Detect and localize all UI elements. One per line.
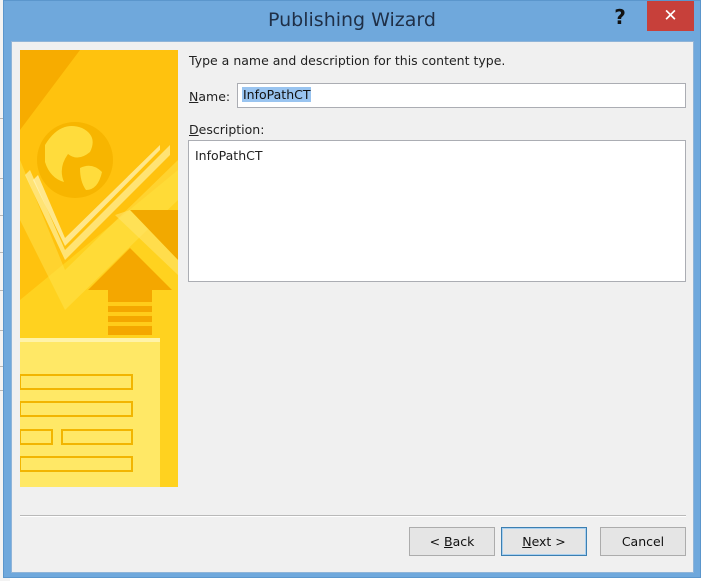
back-button-prefix: < bbox=[429, 534, 445, 549]
next-button[interactable]: Next > bbox=[501, 527, 587, 556]
footer-divider bbox=[20, 515, 686, 517]
name-label-mnemonic: N bbox=[189, 89, 199, 104]
dialog-body: Type a name and description for this con… bbox=[11, 41, 694, 573]
cancel-button[interactable]: Cancel bbox=[600, 527, 686, 556]
description-label-mnemonic: D bbox=[189, 122, 199, 137]
banner-illustration bbox=[20, 50, 178, 487]
back-button-mnemonic: B bbox=[444, 534, 453, 549]
dialog-title: Publishing Wizard bbox=[268, 9, 436, 31]
name-label-text: ame: bbox=[198, 89, 231, 104]
next-button-mnemonic: N bbox=[522, 534, 532, 549]
description-label-text: escription: bbox=[198, 122, 265, 137]
close-icon[interactable]: ✕ bbox=[647, 1, 694, 31]
name-input-value: InfoPathCT bbox=[242, 87, 312, 102]
description-textarea[interactable]: InfoPathCT bbox=[188, 140, 686, 282]
back-button-text: ack bbox=[452, 534, 475, 549]
name-label: Name: bbox=[189, 89, 230, 104]
title-bar[interactable]: Publishing Wizard ? ✕ bbox=[4, 1, 700, 41]
back-button[interactable]: < Back bbox=[409, 527, 495, 556]
description-value: InfoPathCT bbox=[195, 148, 263, 163]
name-input[interactable]: InfoPathCT bbox=[237, 83, 686, 108]
instruction-text: Type a name and description for this con… bbox=[189, 53, 506, 68]
next-button-text: ext > bbox=[531, 534, 566, 549]
publishing-wizard-dialog: Publishing Wizard ? ✕ Type a name and de… bbox=[3, 0, 701, 578]
description-label: Description: bbox=[189, 122, 264, 137]
publishing-banner-graphic bbox=[20, 50, 178, 487]
help-icon[interactable]: ? bbox=[607, 3, 633, 31]
